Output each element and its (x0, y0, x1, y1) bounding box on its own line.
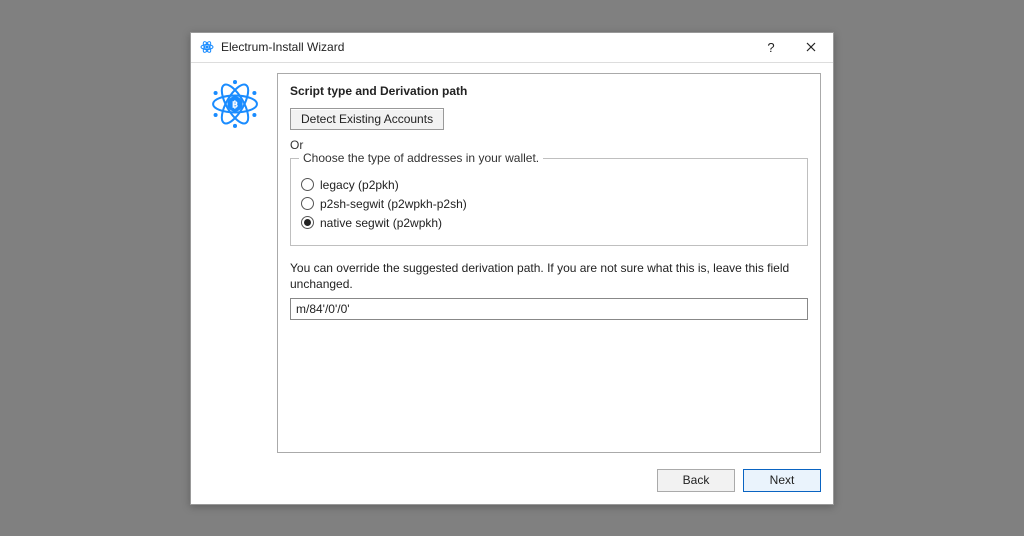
radio-label: p2sh-segwit (p2wpkh-p2sh) (320, 197, 467, 211)
close-icon (806, 42, 816, 52)
next-button[interactable]: Next (743, 469, 821, 492)
address-type-fieldset: Choose the type of addresses in your wal… (290, 158, 808, 246)
radio-label: legacy (p2pkh) (320, 178, 399, 192)
page-heading: Script type and Derivation path (290, 84, 808, 98)
window-title-sub: Install Wizard (272, 40, 344, 54)
window-title-app: Electrum (221, 40, 268, 54)
wizard-body: ฿ Script type and Derivation path Detect… (191, 63, 833, 461)
close-button[interactable] (791, 32, 831, 62)
logo-column: ฿ (203, 73, 267, 453)
app-icon (199, 39, 215, 55)
radio-icon (301, 178, 314, 191)
wizard-footer: Back Next (191, 461, 833, 504)
content-panel: Script type and Derivation path Detect E… (277, 73, 821, 453)
detect-existing-accounts-button[interactable]: Detect Existing Accounts (290, 108, 444, 130)
derivation-path-input[interactable] (290, 298, 808, 320)
electrum-logo-icon: ฿ (208, 77, 262, 131)
titlebar: Electrum - Install Wizard ? (191, 33, 833, 63)
radio-legacy[interactable]: legacy (p2pkh) (301, 178, 797, 192)
or-label: Or (290, 138, 808, 152)
back-button[interactable]: Back (657, 469, 735, 492)
radio-p2sh-segwit[interactable]: p2sh-segwit (p2wpkh-p2sh) (301, 197, 797, 211)
fieldset-legend: Choose the type of addresses in your wal… (299, 151, 543, 165)
radio-icon (301, 197, 314, 210)
override-description: You can override the suggested derivatio… (290, 260, 808, 292)
radio-label: native segwit (p2wpkh) (320, 216, 442, 230)
svg-text:฿: ฿ (232, 99, 238, 109)
radio-icon (301, 216, 314, 229)
install-wizard-window: Electrum - Install Wizard ? ฿ (190, 32, 834, 505)
help-button[interactable]: ? (751, 32, 791, 62)
radio-native-segwit[interactable]: native segwit (p2wpkh) (301, 216, 797, 230)
